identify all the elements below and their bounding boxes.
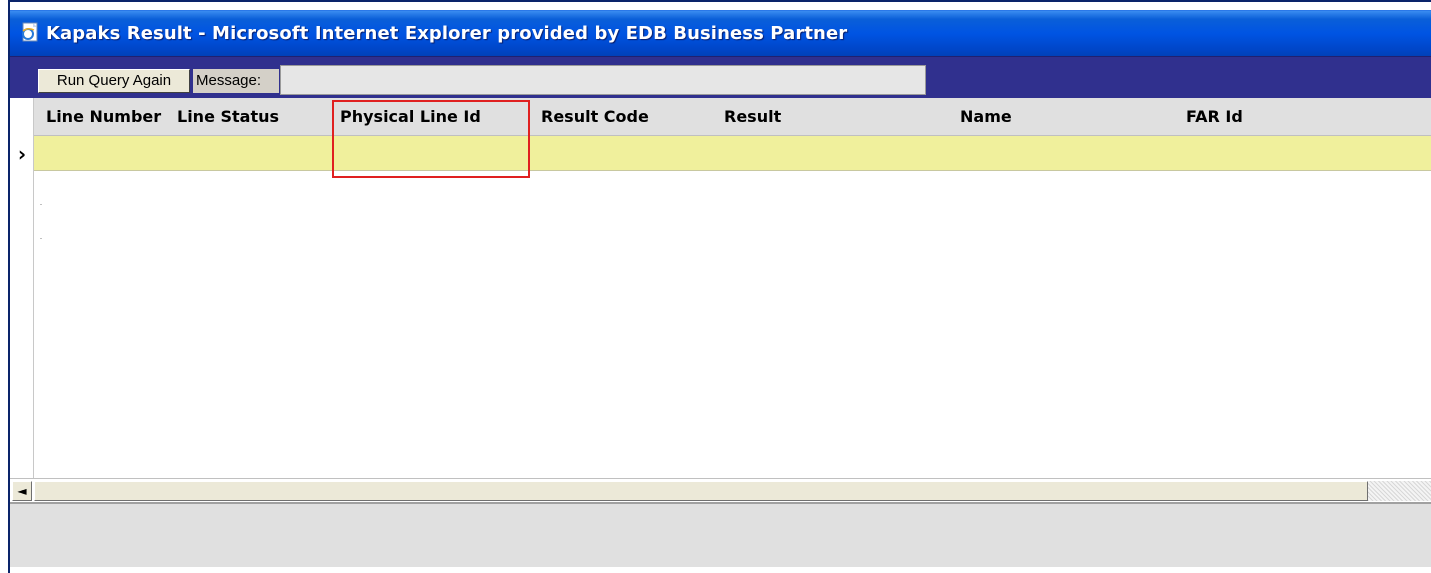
column-header-far-id[interactable]: FAR Id (1182, 98, 1243, 136)
message-field[interactable] (280, 65, 926, 95)
window-bottom-border (10, 567, 1431, 573)
grid-header-row: Line Number Line Status Physical Line Id… (10, 98, 1431, 136)
table-row[interactable] (34, 136, 1431, 171)
window-title: Kapaks Result - Microsoft Internet Explo… (46, 23, 848, 44)
column-header-line-status[interactable]: Line Status (173, 98, 279, 136)
scrollbar-thumb[interactable] (34, 481, 1368, 501)
physical-line-id-highlight-box (332, 100, 530, 178)
current-row-indicator-icon: › (17, 142, 27, 166)
message-label: Message: (193, 69, 279, 93)
browser-window: Kapaks Result - Microsoft Internet Explo… (8, 0, 1431, 573)
scroll-left-arrow-icon[interactable]: ◄ (12, 481, 32, 501)
scrollbar-track[interactable] (1368, 481, 1431, 501)
column-header-line-number[interactable]: Line Number (42, 98, 161, 136)
ie-page-icon (22, 22, 38, 42)
column-header-name[interactable]: Name (956, 98, 1012, 136)
column-header-result[interactable]: Result (720, 98, 781, 136)
result-grid: Line Number Line Status Physical Line Id… (10, 98, 1431, 478)
horizontal-scrollbar[interactable]: ◄ (10, 478, 1431, 502)
status-panel (10, 502, 1431, 567)
run-query-again-button[interactable]: Run Query Again (38, 69, 190, 93)
grid-tick-mark (40, 204, 42, 205)
column-header-result-code[interactable]: Result Code (537, 98, 649, 136)
grid-tick-mark (40, 238, 42, 239)
title-bar[interactable]: Kapaks Result - Microsoft Internet Explo… (10, 10, 1431, 56)
query-toolbar: Run Query Again Message: (10, 56, 1431, 98)
